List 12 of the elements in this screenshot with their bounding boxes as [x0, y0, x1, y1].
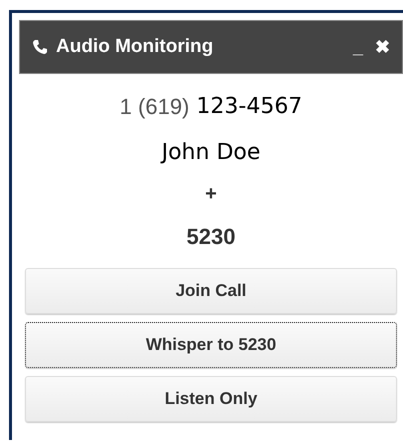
action-button[interactable]: Join Call	[25, 268, 397, 314]
window-title: Audio Monitoring	[56, 36, 214, 58]
phone-number: 123-4567	[196, 94, 302, 120]
phone-icon	[32, 39, 48, 55]
extension-number: 5230	[186, 224, 236, 250]
action-button[interactable]: Whisper to 5230	[25, 322, 397, 368]
caller-name: John Doe	[162, 140, 260, 165]
plus-sign: +	[205, 183, 217, 206]
close-button[interactable]: ✖	[373, 36, 392, 58]
area-code: 1 (619)	[120, 94, 190, 120]
action-button[interactable]: Listen Only	[25, 376, 397, 422]
minimize-button[interactable]: _	[350, 36, 365, 58]
